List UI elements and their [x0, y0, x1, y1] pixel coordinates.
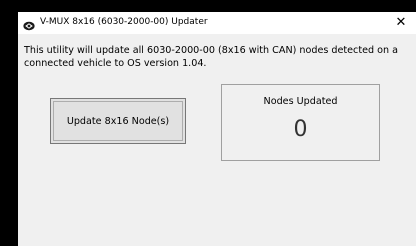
updater-window: V-MUX 8x16 (6030-2000-00) Updater ✕ This…	[18, 12, 416, 246]
title-bar[interactable]: V-MUX 8x16 (6030-2000-00) Updater ✕	[18, 12, 416, 34]
window-title: V-MUX 8x16 (6030-2000-00) Updater	[40, 17, 208, 27]
description-text: This utility will update all 6030-2000-0…	[24, 44, 414, 70]
description-line-2: connected vehicle to OS version 1.04.	[24, 58, 207, 69]
vmux-app-icon	[23, 17, 35, 31]
update-nodes-button[interactable]: Update 8x16 Node(s)	[50, 98, 186, 144]
nodes-updated-panel: Nodes Updated 0	[221, 84, 380, 161]
nodes-updated-label: Nodes Updated	[263, 96, 338, 107]
description-line-1: This utility will update all 6030-2000-0…	[24, 45, 399, 56]
nodes-updated-count: 0	[293, 117, 308, 142]
close-icon[interactable]: ✕	[386, 12, 416, 34]
